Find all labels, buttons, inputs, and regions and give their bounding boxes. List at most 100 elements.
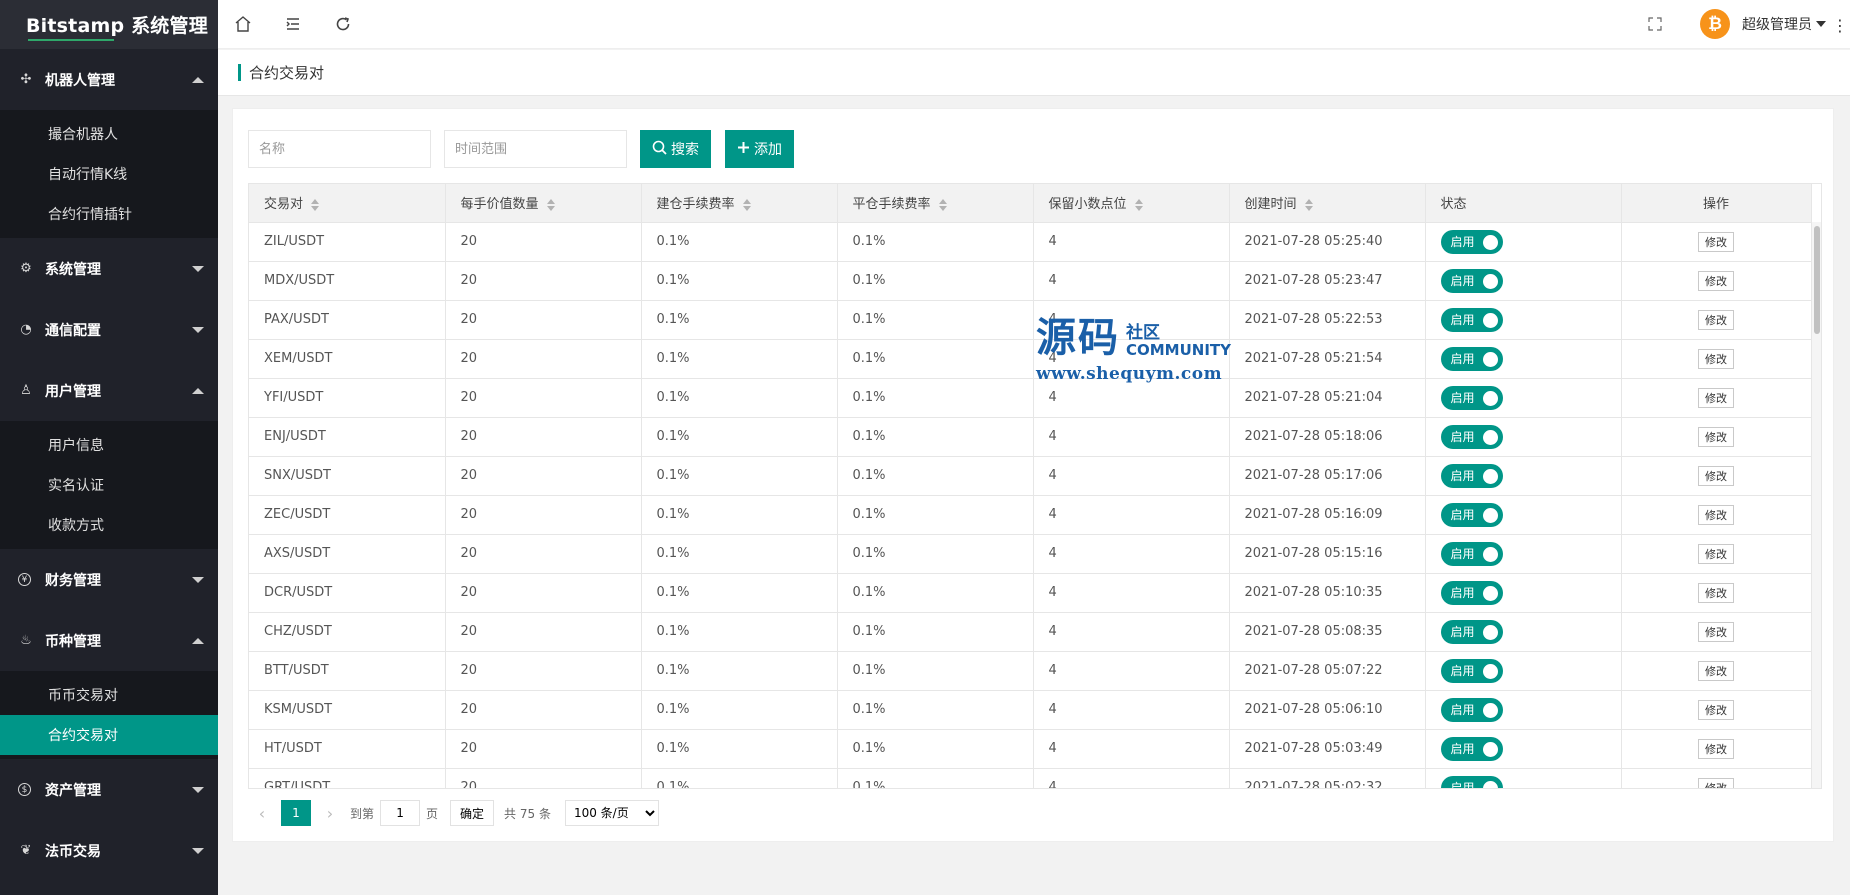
sidebar-sub-item[interactable]: 合约交易对 [0, 715, 218, 755]
sort-icon[interactable] [1134, 198, 1143, 211]
edit-button[interactable]: 修改 [1698, 543, 1734, 564]
edit-button[interactable]: 修改 [1698, 426, 1734, 447]
page-number-current[interactable]: 1 [281, 800, 311, 826]
edit-button[interactable]: 修改 [1698, 699, 1734, 720]
col-created[interactable]: 创建时间 [1229, 184, 1426, 223]
nav-header[interactable]: ❦ 法币交易 [0, 820, 218, 881]
status-toggle[interactable]: 启用 [1440, 697, 1503, 722]
status-toggle[interactable]: 启用 [1440, 775, 1503, 788]
goto-page-input[interactable] [380, 800, 421, 826]
sort-icon[interactable] [546, 198, 555, 211]
status-toggle[interactable]: 启用 [1440, 307, 1503, 332]
nav-header[interactable]: ♙ 用户管理 [0, 360, 218, 421]
more-icon[interactable]: ⋮ [1832, 16, 1848, 35]
chevron-down-icon [192, 576, 204, 583]
col-close-fee[interactable]: 平仓手续费率 [837, 184, 1034, 223]
status-toggle-label: 启用 [1450, 586, 1475, 600]
gear-icon: ⚙ [20, 261, 32, 276]
col-decimals[interactable]: 保留小数点位 [1033, 184, 1230, 223]
cell-close-fee: 0.1% [837, 690, 1034, 730]
time-range-input[interactable] [444, 130, 627, 168]
nav-header[interactable]: $ 资产管理 [0, 759, 218, 820]
menu-fold-icon[interactable] [268, 0, 318, 49]
user-name: 超级管理员 [1742, 17, 1812, 33]
cell-status: 启用 [1425, 378, 1622, 418]
goto-confirm-button[interactable]: 确定 [450, 800, 495, 826]
status-toggle[interactable]: 启用 [1440, 463, 1503, 488]
cell-lot: 20 [445, 378, 642, 418]
edit-button[interactable]: 修改 [1698, 621, 1734, 642]
cell-decimals: 4 [1033, 417, 1230, 457]
cell-pair: ENJ/USDT [249, 417, 446, 457]
sort-icon[interactable] [311, 198, 320, 211]
cell-decimals: 4 [1033, 222, 1230, 262]
toggle-knob [1482, 312, 1498, 328]
sidebar-sub-item[interactable]: 用户信息 [0, 425, 218, 465]
cell-status: 启用 [1425, 495, 1622, 535]
status-toggle[interactable]: 启用 [1440, 658, 1503, 683]
sort-icon[interactable] [938, 198, 947, 211]
add-button[interactable]: 添加 [725, 130, 794, 168]
edit-button[interactable]: 修改 [1698, 738, 1734, 759]
cell-created: 2021-07-28 05:06:10 [1229, 690, 1426, 730]
prev-page-icon[interactable]: ‹ [248, 799, 276, 827]
status-toggle[interactable]: 启用 [1440, 502, 1503, 527]
sidebar-sub-item[interactable]: 收款方式 [0, 505, 218, 545]
sidebar-sub-item[interactable]: 币币交易对 [0, 675, 218, 715]
edit-button[interactable]: 修改 [1698, 231, 1734, 252]
edit-button[interactable]: 修改 [1698, 387, 1734, 408]
search-button[interactable]: 搜索 [640, 130, 711, 168]
vertical-scrollbar[interactable] [1811, 222, 1821, 788]
refresh-icon[interactable] [318, 0, 368, 49]
status-toggle[interactable]: 启用 [1440, 346, 1503, 371]
status-toggle[interactable]: 启用 [1440, 541, 1503, 566]
scrollbar-thumb[interactable] [1814, 226, 1820, 334]
sidebar-sub-item[interactable]: 实名认证 [0, 465, 218, 505]
cell-lot: 20 [445, 612, 642, 652]
nav-header-label: 系统管理 [45, 261, 101, 278]
cell-close-fee: 0.1% [837, 417, 1034, 457]
edit-button[interactable]: 修改 [1698, 660, 1734, 681]
cell-decimals: 4 [1033, 729, 1230, 769]
fullscreen-icon[interactable] [1630, 0, 1680, 49]
edit-button[interactable]: 修改 [1698, 777, 1734, 788]
status-toggle[interactable]: 启用 [1440, 229, 1503, 254]
col-pair[interactable]: 交易对 [249, 184, 446, 223]
status-toggle[interactable]: 启用 [1440, 580, 1503, 605]
sidebar-sub-item[interactable]: 撮合机器人 [0, 114, 218, 154]
edit-button[interactable]: 修改 [1698, 582, 1734, 603]
status-toggle[interactable]: 启用 [1440, 268, 1503, 293]
nav-header[interactable]: ◔ 通信配置 [0, 299, 218, 360]
sidebar-sub-item[interactable]: 合约行情插针 [0, 194, 218, 234]
page-size-select[interactable]: 100 条/页 [564, 800, 659, 826]
col-lot[interactable]: 每手价值数量 [445, 184, 642, 223]
page-title: 合约交易对 [249, 64, 325, 82]
sort-icon[interactable] [742, 198, 751, 211]
sidebar-sub-item[interactable]: 自动行情K线 [0, 154, 218, 194]
edit-button[interactable]: 修改 [1698, 309, 1734, 330]
cell-status: 启用 [1425, 690, 1622, 730]
cell-decimals: 4 [1033, 768, 1230, 788]
status-toggle[interactable]: 启用 [1440, 424, 1503, 449]
nav-header[interactable]: ⚙ 系统管理 [0, 238, 218, 299]
nav-header[interactable]: ¥ 财务管理 [0, 549, 218, 610]
next-page-icon[interactable]: › [316, 799, 344, 827]
edit-button[interactable]: 修改 [1698, 504, 1734, 525]
home-icon[interactable] [218, 0, 268, 49]
add-button-label: 添加 [754, 142, 782, 158]
edit-button[interactable]: 修改 [1698, 270, 1734, 291]
cell-actions: 修改 [1621, 417, 1812, 457]
cell-actions: 修改 [1621, 534, 1812, 574]
name-search-input[interactable] [248, 130, 431, 168]
col-open-fee[interactable]: 建仓手续费率 [641, 184, 838, 223]
edit-button[interactable]: 修改 [1698, 348, 1734, 369]
nav-header[interactable]: ✣ 机器人管理 [0, 49, 218, 110]
app-logo[interactable]: Bitstamp 系统管理 [0, 0, 218, 49]
status-toggle[interactable]: 启用 [1440, 736, 1503, 761]
status-toggle[interactable]: 启用 [1440, 385, 1503, 410]
nav-header[interactable]: ♨ 币种管理 [0, 610, 218, 671]
status-toggle[interactable]: 启用 [1440, 619, 1503, 644]
edit-button[interactable]: 修改 [1698, 465, 1734, 486]
sort-icon[interactable] [1304, 198, 1313, 211]
user-menu[interactable]: ₿ 超级管理员 [1700, 0, 1850, 49]
